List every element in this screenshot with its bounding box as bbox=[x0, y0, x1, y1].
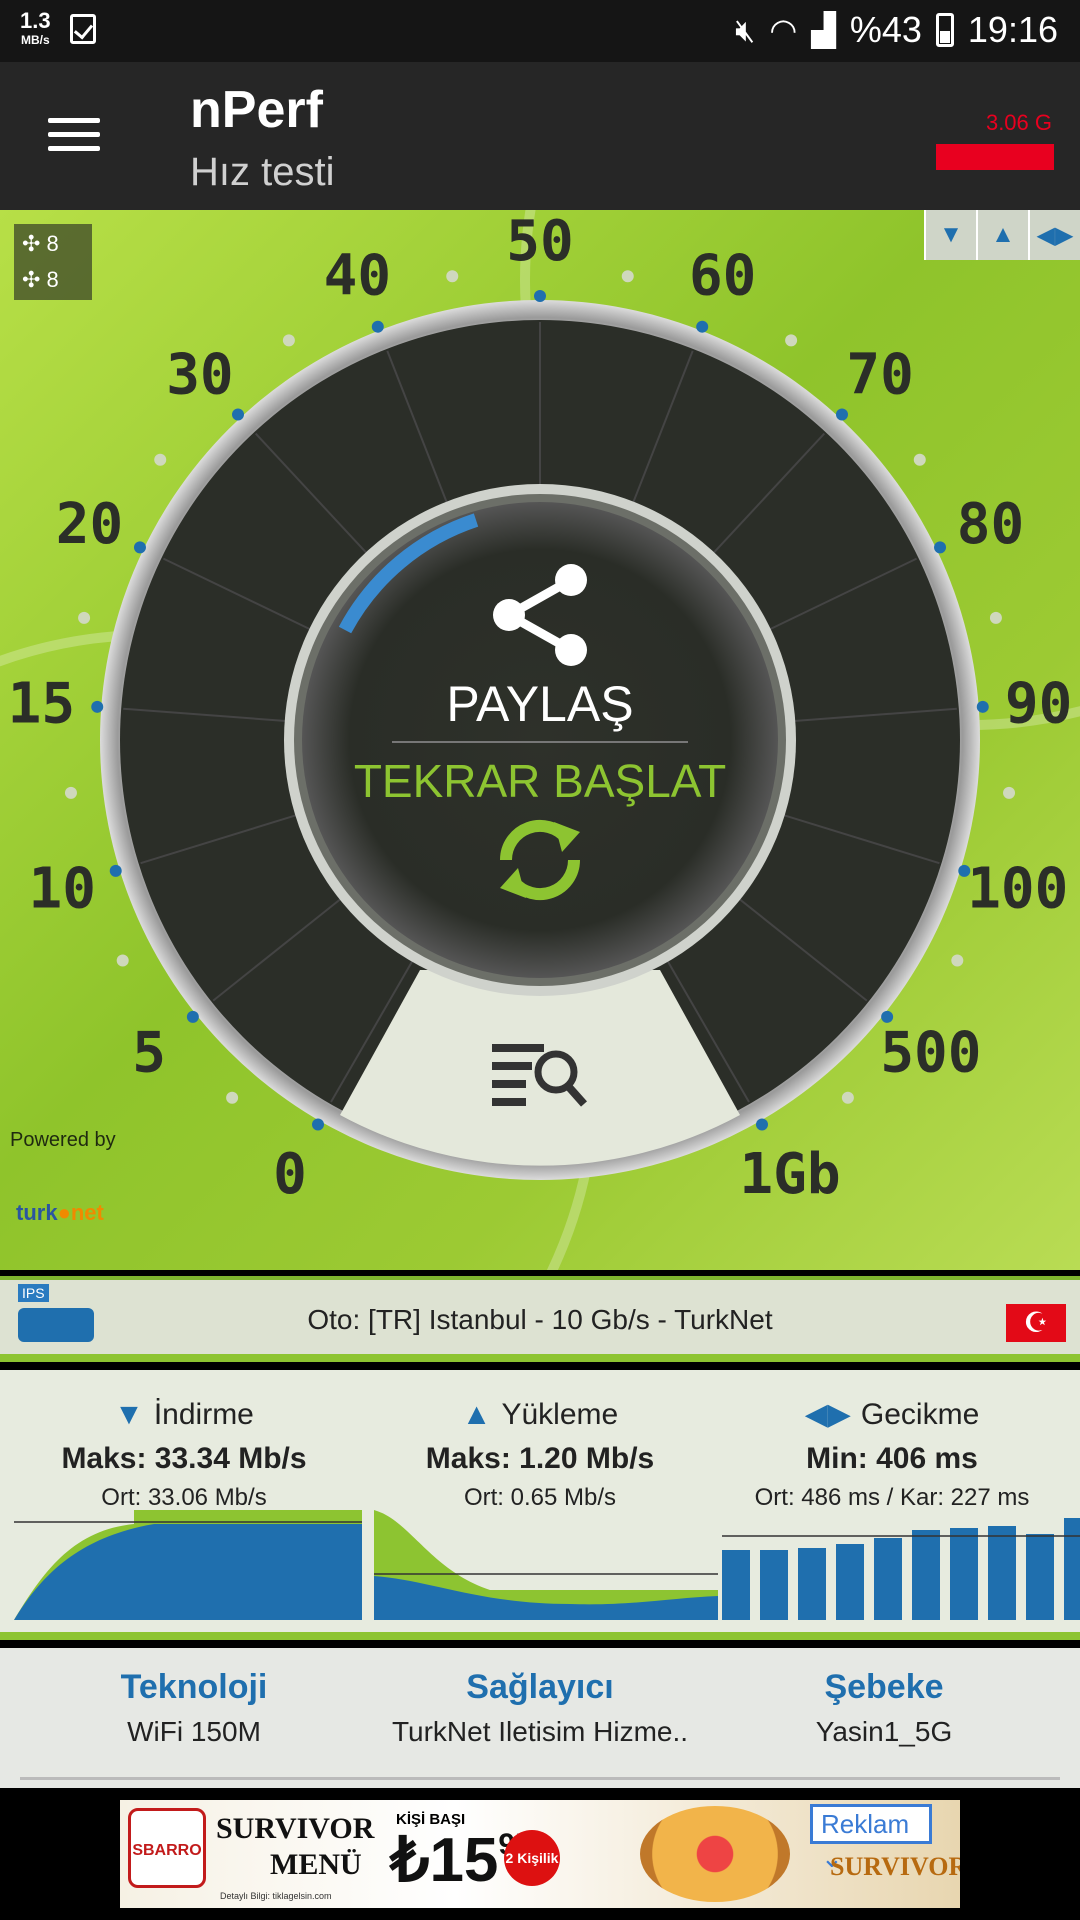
latency-icon: ◀▶ bbox=[804, 1398, 851, 1431]
download-icon: ▼ bbox=[114, 1398, 144, 1431]
gauge-minor-dot bbox=[989, 611, 1002, 624]
restart-button[interactable]: TEKRAR BAŞLAT bbox=[320, 758, 760, 911]
pizza-image bbox=[640, 1806, 790, 1902]
gauge-tick-mark bbox=[958, 864, 971, 877]
share-label: PAYLAŞ bbox=[446, 676, 634, 732]
gauge-tick-label: 20 bbox=[56, 492, 123, 557]
gauge-tick-mark bbox=[534, 290, 546, 302]
gauge-tick-mark bbox=[232, 408, 245, 421]
app-bar: nPerf Hız testi 3.06 G bbox=[0, 62, 1080, 210]
gauge-tick-label: 70 bbox=[846, 342, 913, 407]
gauge-tick-label: 50 bbox=[506, 210, 573, 274]
results-list-search-icon[interactable] bbox=[492, 1040, 588, 1112]
gauge-tick-mark bbox=[756, 1118, 768, 1131]
gauge-minor-dot bbox=[785, 334, 798, 347]
app-subtitle: Hız testi bbox=[190, 150, 335, 194]
turknet-logo: turk●net bbox=[16, 1200, 104, 1225]
gauge-minor-dot bbox=[226, 1091, 239, 1104]
connection-info: Teknoloji WiFi 150M Sağlayıcı TurkNet Ilet… bbox=[0, 1648, 1080, 1788]
restart-label: TEKRAR BAŞLAT bbox=[353, 755, 727, 807]
speed-gauge-panel: ✣ 8 ✣ 8 ▼ ▲ ◀▶ 0 5 10 15 20 30 40 50 60 70 80 90 100… bbox=[0, 210, 1080, 1270]
gauge-tick-label: 80 bbox=[957, 492, 1024, 557]
gauge-tick-label: 100 bbox=[967, 856, 1068, 921]
gauge-tick-label: 500 bbox=[880, 1021, 981, 1086]
wifi-icon: ◠ bbox=[769, 12, 798, 48]
status-bar: 1.3 MB/s 🔇︎ ◠ ▟ %43 19:16 bbox=[0, 0, 1080, 62]
gauge-minor-dot bbox=[116, 954, 129, 967]
survivor-logo: SURVIVOR bbox=[830, 1852, 960, 1881]
network-info: Şebeke Yasin1_5G bbox=[815, 1668, 953, 1747]
data-quota-bar bbox=[936, 144, 1054, 170]
gauge-minor-dot bbox=[154, 453, 167, 466]
menu-icon[interactable] bbox=[48, 118, 100, 152]
latency-graph bbox=[722, 1518, 1080, 1620]
gauge-minor-dot bbox=[913, 453, 926, 466]
share-icon bbox=[493, 564, 587, 666]
gauge-minor-dot bbox=[78, 611, 91, 624]
gauge-tick-mark bbox=[881, 1010, 894, 1023]
gauge-tick-label: 30 bbox=[166, 342, 233, 407]
gauge-minor-dot bbox=[841, 1091, 854, 1104]
data-quota: 3.06 G bbox=[985, 110, 1052, 135]
refresh-icon bbox=[499, 819, 581, 901]
battery-percent: %43 bbox=[849, 9, 922, 50]
turkey-flag-icon: ☪ bbox=[1006, 1304, 1066, 1342]
server-selector[interactable]: IPS Oto: [TR] Istanbul - 10 Gb/s - TurkN… bbox=[0, 1276, 1080, 1362]
gauge-tick-label: 5 bbox=[132, 1021, 166, 1086]
mute-icon: 🔇︎ bbox=[735, 12, 756, 48]
ad-per-person: KİŞİ BAŞI bbox=[396, 1811, 466, 1828]
gauge-tick-mark bbox=[696, 320, 709, 333]
sbarro-logo: SBARRO bbox=[128, 1808, 206, 1888]
app-title: nPerf bbox=[190, 81, 323, 139]
gauge-minor-dot bbox=[1003, 786, 1016, 799]
ad-banner-bar: SBARRO SURVIVOR MENÜ KİŞİ BAŞI ₺1595 2 K… bbox=[0, 1788, 1080, 1920]
gauge-minor-dot bbox=[282, 334, 295, 347]
gauge-tick-label: 10 bbox=[28, 856, 95, 921]
upload-icon: ▲ bbox=[461, 1398, 492, 1431]
ad-subheadline: MENÜ bbox=[270, 1848, 362, 1881]
gauge-minor-dot bbox=[621, 270, 634, 283]
gauge-tick-label: 60 bbox=[689, 244, 756, 309]
ad-banner[interactable]: SBARRO SURVIVOR MENÜ KİŞİ BAŞI ₺1595 2 K… bbox=[120, 1800, 960, 1908]
server-name: Oto: [TR] Istanbul - 10 Gb/s - TurkNet bbox=[307, 1304, 773, 1335]
gauge-tick-label: 90 bbox=[1005, 672, 1072, 737]
technology-info: Teknoloji WiFi 150M bbox=[120, 1668, 268, 1747]
network-speed: 1.3 MB/s bbox=[20, 8, 51, 47]
gauge-tick-label: 15 bbox=[8, 672, 75, 737]
ad-headline: SURVIVOR bbox=[216, 1812, 375, 1845]
clock: 19:16 bbox=[967, 9, 1058, 50]
provider-info: Sağlayıcı TurkNet Iletisim Hizme.. bbox=[391, 1668, 689, 1747]
divider bbox=[20, 1777, 1060, 1780]
gauge-tick-mark bbox=[312, 1118, 324, 1131]
gauge-tick-mark bbox=[133, 541, 146, 554]
results-panel: ▼ İndirme Maks: 33.34 Mb/s Ort: 33.06 Mb/… bbox=[0, 1370, 1080, 1640]
share-button[interactable]: PAYLAŞ bbox=[400, 560, 680, 740]
gauge-tick-label: 40 bbox=[324, 244, 391, 309]
gauge-minor-dot bbox=[951, 954, 964, 967]
ad-badge: 2 Kişilik bbox=[504, 1830, 560, 1886]
powered-by-label: Powered by bbox=[10, 1129, 116, 1151]
gauge-tick-mark bbox=[91, 700, 104, 713]
gauge-minor-dot bbox=[64, 786, 77, 799]
signal-icon: ▟ bbox=[811, 12, 836, 48]
gauge-tick-label: 0 bbox=[273, 1142, 307, 1207]
upload-graph bbox=[374, 1510, 718, 1620]
task-check-icon bbox=[70, 14, 96, 44]
latency-result: ◀▶ Gecikme Min: 406 ms Ort: 486 ms / Kar:… bbox=[712, 1370, 1080, 1620]
gauge-minor-dot bbox=[446, 270, 459, 283]
gauge-tick-mark bbox=[186, 1010, 199, 1023]
gauge-tick-mark bbox=[835, 408, 848, 421]
gauge-tick-mark bbox=[109, 864, 122, 877]
ad-fine-print: Detaylı Bilgi: tiklagelsin.com bbox=[220, 1891, 332, 1901]
gauge-tick-mark bbox=[371, 320, 384, 333]
download-result: ▼ İndirme Maks: 33.34 Mb/s Ort: 33.06 Mb/… bbox=[4, 1370, 364, 1620]
upload-result: ▲ Yükleme Maks: 1.20 Mb/s Ort: 0.65 Mb/s bbox=[360, 1370, 720, 1620]
ad-label-dropdown[interactable]: Reklam ⌄ bbox=[810, 1804, 932, 1873]
gauge-tick-mark bbox=[934, 541, 947, 554]
battery-icon bbox=[935, 13, 954, 47]
download-graph bbox=[14, 1510, 362, 1620]
gauge-tick-mark bbox=[976, 700, 989, 713]
gauge-tick-label: 1Gb bbox=[739, 1142, 840, 1207]
